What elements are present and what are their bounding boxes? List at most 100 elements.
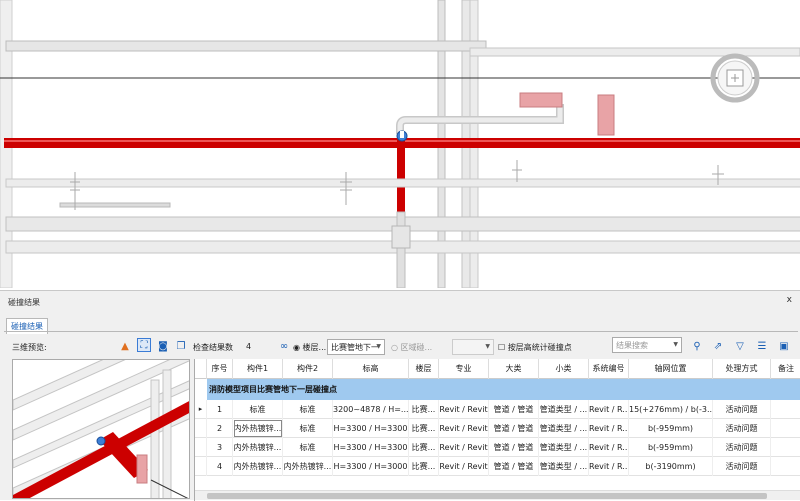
table-cell: Revit / R... <box>589 457 629 476</box>
table-cell: Revit / R... <box>589 400 629 419</box>
area-select[interactable]: ▼ <box>452 339 494 355</box>
table-cell: 管道 / 管道 <box>489 419 539 438</box>
table-cell: 标准 <box>283 400 333 419</box>
floor-select-value: 比赛管地下一 <box>331 343 379 352</box>
table-cell: 比赛... <box>409 457 439 476</box>
row-indicator <box>195 457 207 476</box>
search-input[interactable]: 结果搜索 ▼ <box>612 337 682 353</box>
row-indicator-header <box>195 359 207 379</box>
list-icon[interactable]: ☰ <box>755 339 769 353</box>
table-cell: 内外热镀锌... <box>233 438 283 457</box>
pipe-model-drawing <box>0 0 800 288</box>
table-cell: 活动问题 <box>713 400 771 419</box>
table-cell: b(-959mm) <box>629 438 713 457</box>
table-cell: 管道类型 / ... <box>539 457 589 476</box>
copy-icon[interactable]: ❐ <box>174 339 188 353</box>
save-icon[interactable]: ▣ <box>777 339 791 353</box>
table-row[interactable]: 2 内外热镀锌... 标准 H=3300 / H=3300 比赛... Revi… <box>195 419 800 438</box>
tab-divider <box>4 331 798 332</box>
table-cell: 活动问题 <box>713 419 771 438</box>
close-button[interactable]: x <box>787 295 792 305</box>
horizontal-scrollbar[interactable] <box>195 490 800 500</box>
link-icon[interactable]: ∞ <box>277 339 291 353</box>
table-cell: 比赛... <box>409 419 439 438</box>
export-icon[interactable]: ⇗ <box>711 339 725 353</box>
3d-preview[interactable] <box>12 359 190 499</box>
row-indicator <box>195 438 207 457</box>
table-cell: 3 <box>207 438 233 457</box>
table-cell: H=3300 / H=3300 <box>333 438 409 457</box>
col-header[interactable]: 备注 <box>771 359 800 379</box>
floor-radio[interactable]: ◉ 楼层... <box>293 342 326 353</box>
locate-pin-icon[interactable]: ⚲ <box>690 339 704 353</box>
table-cell: 比赛... <box>409 400 439 419</box>
table-cell: Revit / Revit <box>439 457 489 476</box>
table-cell: 15(+276mm) / b(-3... <box>629 400 713 419</box>
chevron-down-icon: ▼ <box>485 343 490 350</box>
table-cell: 标准 <box>283 419 333 438</box>
table-cell: 管道类型 / ... <box>539 400 589 419</box>
col-header[interactable]: 构件2 <box>283 359 333 379</box>
table-cell: 管道 / 管道 <box>489 457 539 476</box>
area-radio[interactable]: ○ 区域碰... <box>391 342 432 353</box>
table-cell: b(-3190mm) <box>629 457 713 476</box>
model-viewport[interactable] <box>0 0 800 288</box>
area-radio-label: 区域碰... <box>400 343 433 352</box>
table-cell: H=3300 / H=3300 <box>333 419 409 438</box>
row-indicator <box>195 419 207 438</box>
table-cell: 内外热镀锌... <box>233 419 283 438</box>
table-cell: 活动问题 <box>713 438 771 457</box>
table-header: 序号 构件1 构件2 标高 楼层 专业 大类 小类 系统编号 轴网位置 处理方式… <box>195 359 800 379</box>
col-header[interactable]: 构件1 <box>233 359 283 379</box>
col-header[interactable]: 楼层 <box>409 359 439 379</box>
col-header[interactable]: 轴网位置 <box>629 359 713 379</box>
table-cell: 比赛... <box>409 438 439 457</box>
table-cell: 内外热镀锌... <box>233 457 283 476</box>
palette-icon[interactable]: ▲ <box>118 339 132 353</box>
row-indicator-icon: ▸ <box>195 400 207 419</box>
search-placeholder: 结果搜索 <box>616 341 648 350</box>
table-cell: Revit / R... <box>589 438 629 457</box>
scrollbar-thumb[interactable] <box>207 493 767 499</box>
group-row[interactable]: 消防模型项目比赛管地下一层碰撞点 <box>207 379 800 400</box>
table-cell <box>771 438 800 457</box>
chevron-down-icon: ▼ <box>376 343 381 350</box>
camera-icon[interactable]: ◙ <box>156 339 170 353</box>
floor-select[interactable]: 比赛管地下一 ▼ <box>327 339 385 355</box>
table-cell: 管道 / 管道 <box>489 400 539 419</box>
table-cell: Revit / Revit <box>439 400 489 419</box>
table-cell: 管道类型 / ... <box>539 419 589 438</box>
table-cell: 内外热镀锌... <box>283 457 333 476</box>
table-cell: Revit / Revit <box>439 419 489 438</box>
preview-label: 三维预览: <box>12 343 47 352</box>
col-header[interactable]: 大类 <box>489 359 539 379</box>
col-header[interactable]: 序号 <box>207 359 233 379</box>
panel-title: 碰撞结果 <box>8 298 40 307</box>
table-cell: 标准 <box>283 438 333 457</box>
table-cell: Revit / R... <box>589 419 629 438</box>
table-cell <box>771 457 800 476</box>
preview-drawing <box>13 360 189 498</box>
table-row[interactable]: 4 内外热镀锌... 内外热镀锌... H=3300 / H=3000 比赛..… <box>195 457 800 476</box>
fit-view-icon[interactable]: ⛶ <box>137 338 151 352</box>
table-cell: 4 <box>207 457 233 476</box>
col-header[interactable]: 小类 <box>539 359 589 379</box>
table-row[interactable]: ▸ 1 标准 标准 3200~4878 / H=... 比赛... Revit … <box>195 400 800 419</box>
table-cell: H=3300 / H=3000 <box>333 457 409 476</box>
table-cell <box>771 400 800 419</box>
by-floor-checkbox[interactable]: ☐ 按层高统计碰撞点 <box>498 342 572 353</box>
col-header[interactable]: 系统编号 <box>589 359 629 379</box>
col-header[interactable]: 标高 <box>333 359 409 379</box>
result-count-label: 检查结果数 <box>193 343 233 352</box>
col-header[interactable]: 处理方式 <box>713 359 771 379</box>
table-cell: 3200~4878 / H=... <box>333 400 409 419</box>
by-floor-checkbox-label: 按层高统计碰撞点 <box>507 343 572 352</box>
table-cell: b(-959mm) <box>629 419 713 438</box>
table-cell <box>771 419 800 438</box>
filter-icon[interactable]: ▽ <box>733 339 747 353</box>
table-cell: 2 <box>207 419 233 438</box>
table-row[interactable]: 3 内外热镀锌... 标准 H=3300 / H=3300 比赛... Revi… <box>195 438 800 457</box>
col-header[interactable]: 专业 <box>439 359 489 379</box>
table-cell: 管道类型 / ... <box>539 438 589 457</box>
table-cell: 活动问题 <box>713 457 771 476</box>
